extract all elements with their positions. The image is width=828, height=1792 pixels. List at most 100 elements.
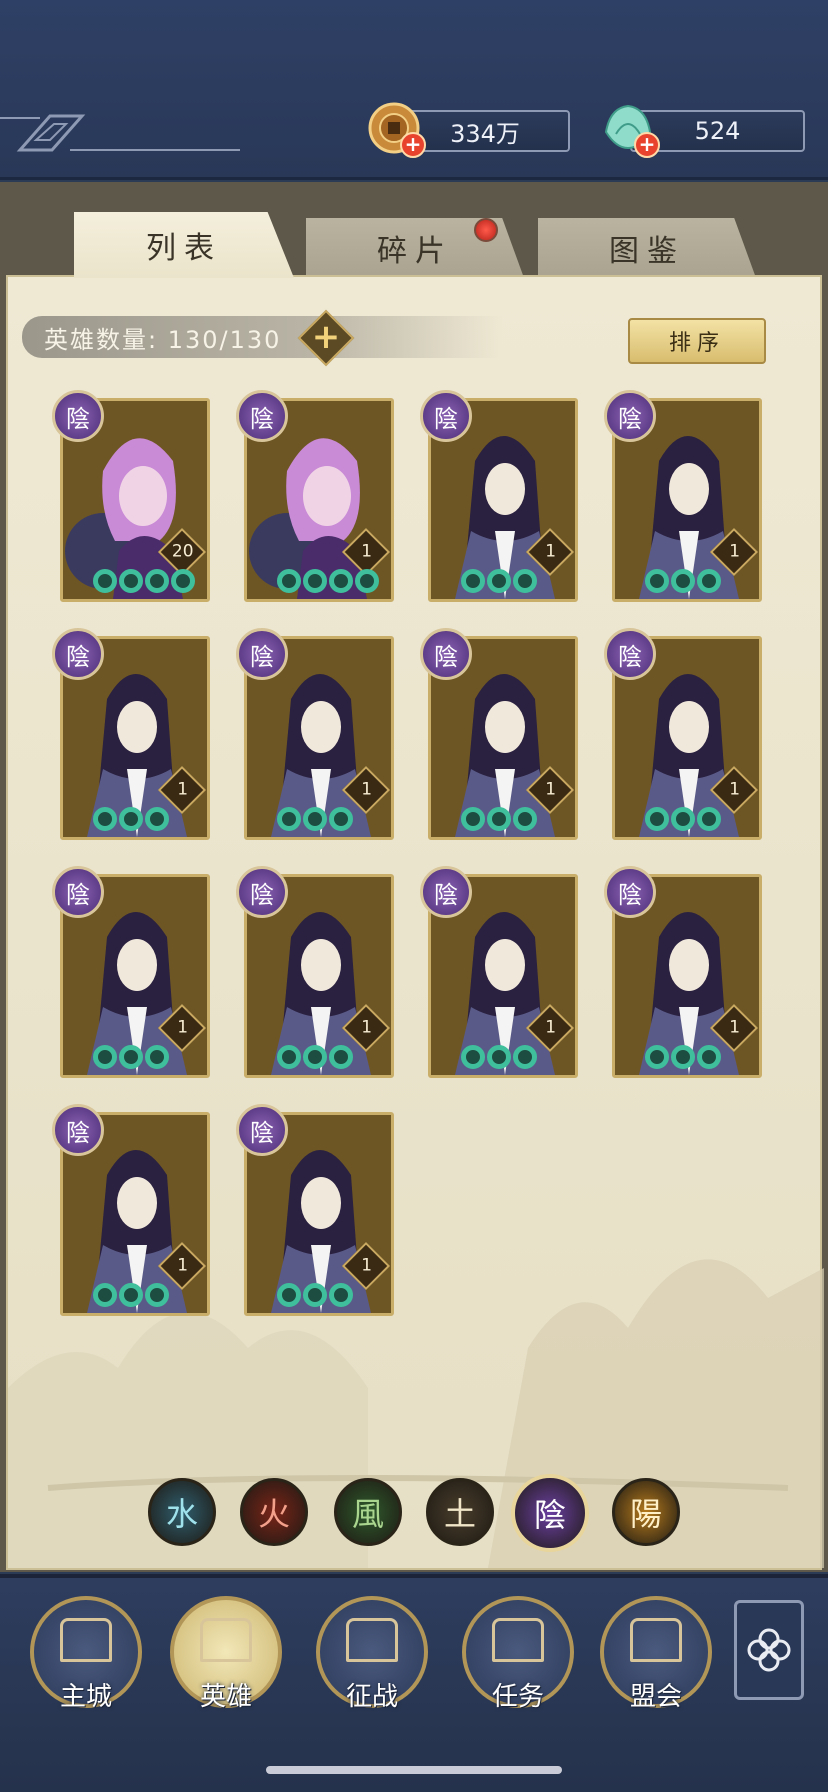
add-coins-button[interactable]: + — [400, 132, 426, 158]
hero-level: 1 — [361, 1017, 373, 1038]
hero-star-rings — [93, 1045, 169, 1069]
jade-ring-icon — [329, 1283, 353, 1307]
hero-level: 1 — [545, 1017, 557, 1038]
hero-level: 1 — [361, 779, 373, 800]
jade-ring-icon — [277, 807, 301, 831]
jade-ring-icon — [93, 569, 117, 593]
jade-ring-icon — [303, 1045, 327, 1069]
hero-count-bar: 英雄数量: 130/130 — [22, 316, 502, 358]
hero-star-rings — [461, 569, 537, 593]
element-filter-yang[interactable]: 陽 — [612, 1478, 680, 1546]
jade-ring-icon — [697, 1045, 721, 1069]
jade-ring-icon — [303, 807, 327, 831]
jade-ring-icon — [671, 569, 695, 593]
nav-label: 盟会 — [629, 1682, 682, 1712]
jade-ring-icon — [303, 569, 327, 593]
jade-ring-icon — [697, 569, 721, 593]
tab-list-label: 列表 — [146, 231, 222, 266]
hero-element-seal: 陰 — [52, 390, 104, 442]
jade-ring-icon — [329, 569, 353, 593]
element-filter-earth[interactable]: 土 — [426, 1478, 494, 1546]
tab-list[interactable]: 列表 — [74, 212, 294, 278]
nav-label: 任务 — [491, 1682, 544, 1712]
jade-ring-icon — [355, 569, 379, 593]
jade-ring-icon — [277, 569, 301, 593]
jade-ring-icon — [671, 807, 695, 831]
hero-element-seal: 陰 — [420, 866, 472, 918]
hero-element-seal: 陰 — [604, 866, 656, 918]
jade-ring-icon — [145, 807, 169, 831]
jade-ring-icon — [145, 1283, 169, 1307]
hero-level: 1 — [177, 1255, 189, 1276]
more-menu-button[interactable] — [734, 1600, 804, 1700]
guild-icon — [630, 1618, 682, 1662]
hero-level: 1 — [361, 541, 373, 562]
notification-dot-icon — [474, 218, 498, 242]
tab-codex[interactable]: 图鉴 — [538, 218, 756, 278]
hero-element-seal: 陰 — [604, 628, 656, 680]
hero-level: 1 — [729, 541, 741, 562]
jade-ring-icon — [119, 1283, 143, 1307]
hero-element-seal: 陰 — [236, 1104, 288, 1156]
jade-ring-icon — [487, 807, 511, 831]
hero-level: 1 — [729, 779, 741, 800]
top-bar: 334万 + 524 + — [0, 0, 828, 180]
jade-ring-icon — [697, 807, 721, 831]
hero-star-rings — [645, 1045, 721, 1069]
jade-ring-icon — [119, 1045, 143, 1069]
hero-star-rings — [93, 569, 195, 593]
hero-element-seal: 陰 — [420, 390, 472, 442]
sort-button[interactable]: 排序 — [628, 318, 766, 364]
jade-ring-icon — [277, 1045, 301, 1069]
add-gems-button[interactable]: + — [634, 132, 660, 158]
jade-ring-icon — [671, 1045, 695, 1069]
jade-ring-icon — [93, 1283, 117, 1307]
jade-ring-icon — [329, 807, 353, 831]
cloud-pattern-icon — [0, 114, 240, 152]
hero-element-seal: 陰 — [236, 390, 288, 442]
jade-ring-icon — [645, 569, 669, 593]
jade-ring-icon — [513, 1045, 537, 1069]
tab-codex-label: 图鉴 — [609, 234, 685, 269]
element-filter-fire[interactable]: 火 — [240, 1478, 308, 1546]
jade-ring-icon — [645, 1045, 669, 1069]
hero-star-rings — [645, 569, 721, 593]
hero-count-label: 英雄数量: 130/130 — [44, 325, 282, 354]
hero-element-seal: 陰 — [420, 628, 472, 680]
sort-button-label: 排序 — [668, 331, 725, 356]
jade-ring-icon — [145, 1045, 169, 1069]
jade-ring-icon — [145, 569, 169, 593]
plus-icon: + — [311, 317, 341, 357]
hero-level: 1 — [729, 1017, 741, 1038]
hero-element-seal: 陰 — [52, 1104, 104, 1156]
city-icon — [60, 1618, 112, 1662]
jade-ring-icon — [487, 1045, 511, 1069]
jade-ring-icon — [329, 1045, 353, 1069]
hero-element-seal: 陰 — [236, 628, 288, 680]
gem-amount: 524 — [694, 117, 741, 145]
hero-level: 1 — [361, 1255, 373, 1276]
jade-ring-icon — [303, 1283, 327, 1307]
hero-element-seal: 陰 — [236, 866, 288, 918]
element-filter-yin[interactable]: 陰 — [511, 1474, 589, 1552]
jade-ring-icon — [119, 807, 143, 831]
hero-level: 1 — [545, 541, 557, 562]
jade-ring-icon — [461, 807, 485, 831]
hero-star-rings — [277, 1283, 353, 1307]
hero-level: 1 — [177, 779, 189, 800]
nav-label: 主城 — [59, 1682, 112, 1712]
hero-star-rings — [645, 807, 721, 831]
jade-ring-icon — [461, 1045, 485, 1069]
hero-level: 1 — [177, 1017, 189, 1038]
element-filter-wind[interactable]: 風 — [334, 1478, 402, 1546]
hero-element-seal: 陰 — [52, 866, 104, 918]
nav-label: 征战 — [345, 1682, 398, 1712]
hero-level: 1 — [545, 779, 557, 800]
jade-ring-icon — [119, 569, 143, 593]
element-filter-water[interactable]: 水 — [148, 1478, 216, 1546]
hero-star-rings — [277, 569, 379, 593]
jade-ring-icon — [461, 569, 485, 593]
hero-element-seal: 陰 — [604, 390, 656, 442]
home-indicator[interactable] — [266, 1766, 562, 1774]
hero-star-rings — [93, 1283, 169, 1307]
